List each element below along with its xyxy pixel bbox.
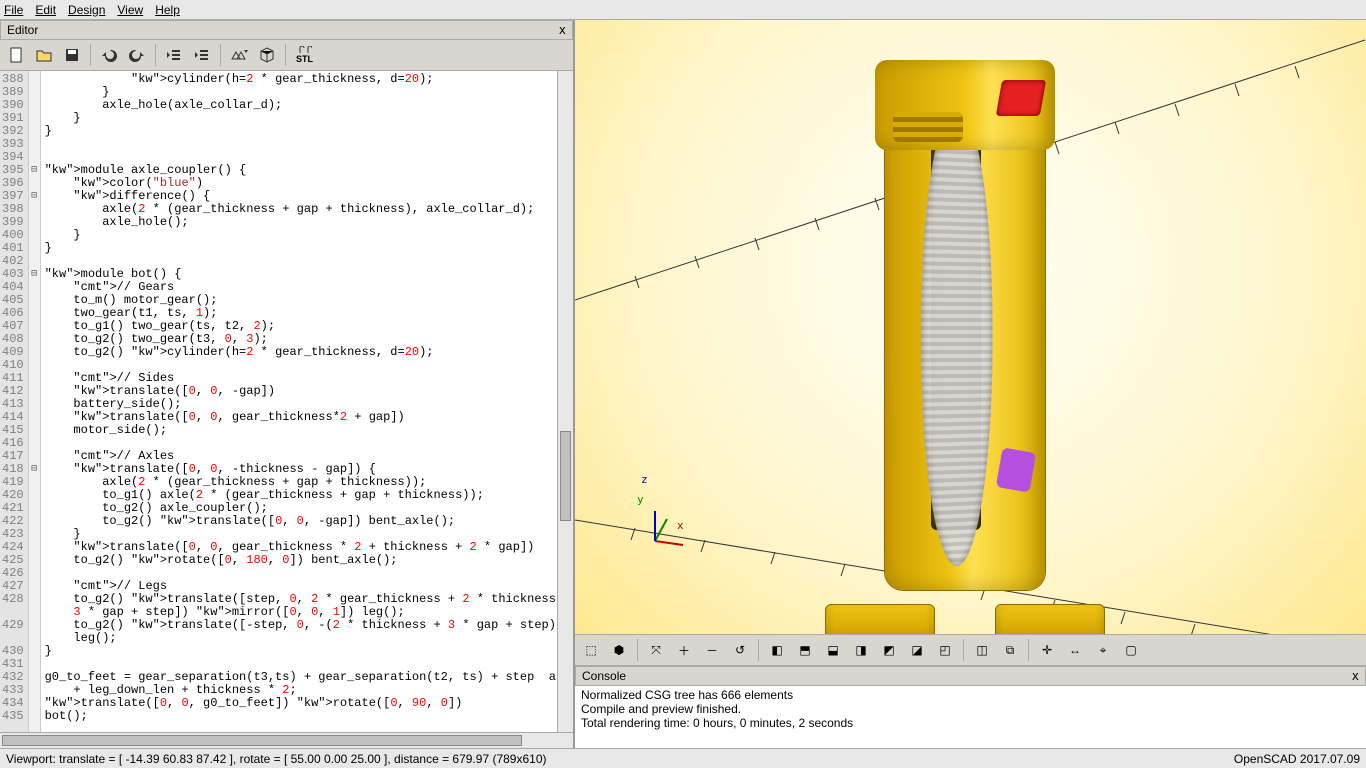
code-area[interactable]: "kw">cylinder(h=2 * gear_thickness, d=20… [41, 71, 557, 732]
menu-view[interactable]: View [117, 3, 143, 17]
viewer-toolbar: ⬚⬢ ⤧＋－↺ ◧⬒⬓◨◩◪◰ ◫⧉ ✛↔⌖▢ [575, 634, 1366, 666]
status-version: OpenSCAD 2017.07.09 [1234, 752, 1360, 766]
console-panel: Console x Normalized CSG tree has 666 el… [575, 666, 1366, 748]
editor-panel: Editor x STL 388 389 390 391 392 393 394… [0, 20, 575, 748]
menu-help[interactable]: Help [155, 3, 180, 17]
rendered-model [835, 50, 1095, 634]
preview-button[interactable]: ⬚ [579, 638, 603, 662]
editor-hscrollbar[interactable] [0, 732, 573, 748]
3d-viewport[interactable]: x y z [575, 20, 1366, 634]
zoom-out-button[interactable]: － [700, 638, 724, 662]
new-file-button[interactable] [4, 43, 28, 67]
indent-button[interactable] [190, 43, 214, 67]
save-file-button[interactable] [60, 43, 84, 67]
menu-bar: File Edit Design View Help [0, 0, 1366, 20]
reset-view-button[interactable]: ↺ [728, 638, 752, 662]
scale-button[interactable]: ↔ [1063, 638, 1087, 662]
perspective-button[interactable]: ⧉ [998, 638, 1022, 662]
editor-vscrollbar[interactable] [557, 71, 573, 732]
right-button[interactable]: ◧ [765, 638, 789, 662]
editor-close-button[interactable]: x [559, 23, 566, 37]
menu-design[interactable]: Design [68, 3, 105, 17]
status-viewport-info: Viewport: translate = [ -14.39 60.83 87.… [6, 752, 547, 766]
zoom-in-button[interactable]: ＋ [672, 638, 696, 662]
left-button[interactable]: ◨ [849, 638, 873, 662]
editor-title: Editor [7, 23, 38, 37]
undo-button[interactable] [97, 43, 121, 67]
code-editor[interactable]: 388 389 390 391 392 393 394 395 396 397 … [0, 71, 573, 732]
status-bar: Viewport: translate = [ -14.39 60.83 87.… [0, 748, 1366, 768]
console-close-button[interactable]: x [1352, 669, 1359, 683]
axes-button[interactable]: ✛ [1035, 638, 1059, 662]
center-button[interactable]: ◫ [970, 638, 994, 662]
redo-button[interactable] [125, 43, 149, 67]
editor-title-bar: Editor x [0, 20, 573, 40]
menu-edit[interactable]: Edit [35, 3, 56, 17]
editor-toolbar: STL [0, 40, 573, 71]
preview-button[interactable] [227, 43, 251, 67]
show-edges-button[interactable]: ▢ [1119, 638, 1143, 662]
export-stl-button[interactable]: STL [292, 43, 317, 67]
stl-label: STL [296, 54, 313, 64]
menu-file[interactable]: File [4, 3, 23, 17]
back-button[interactable]: ◪ [905, 638, 929, 662]
axis-y-label: y [637, 493, 644, 506]
console-title: Console [582, 669, 626, 683]
axis-x-label: x [677, 519, 684, 532]
top-button[interactable]: ⬒ [793, 638, 817, 662]
front-button[interactable]: ◩ [877, 638, 901, 662]
fold-gutter[interactable]: ⊟ ⊟ ⊟ ⊟ [29, 71, 41, 732]
render-button[interactable] [255, 43, 279, 67]
bottom-button[interactable]: ⬓ [821, 638, 845, 662]
axis-z-label: z [641, 473, 648, 486]
diagonal-button[interactable]: ◰ [933, 638, 957, 662]
crosshair-button[interactable]: ⌖ [1091, 638, 1115, 662]
axis-indicator: x y z [645, 511, 685, 554]
zoom-fit-button[interactable]: ⤧ [644, 638, 668, 662]
render-button[interactable]: ⬢ [607, 638, 631, 662]
unindent-button[interactable] [162, 43, 186, 67]
line-gutter: 388 389 390 391 392 393 394 395 396 397 … [0, 71, 29, 732]
console-output[interactable]: Normalized CSG tree has 666 elementsComp… [575, 686, 1366, 748]
open-file-button[interactable] [32, 43, 56, 67]
